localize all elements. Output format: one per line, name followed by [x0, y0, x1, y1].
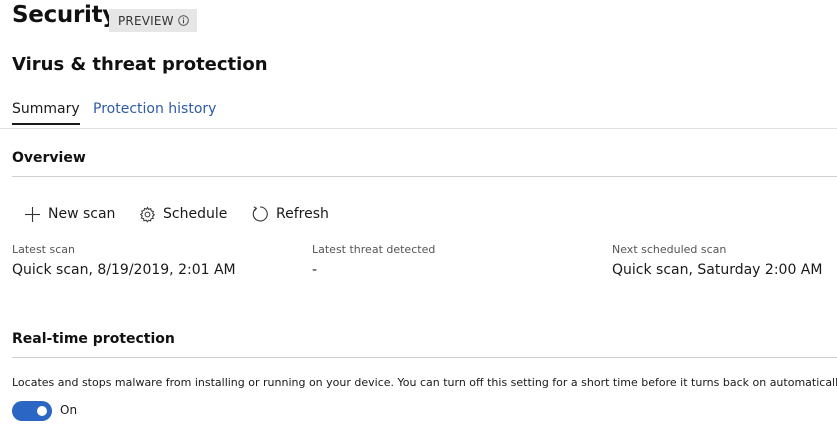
section-title: Virus & threat protection [12, 54, 268, 75]
preview-badge[interactable]: PREVIEW [109, 9, 197, 32]
overview-heading: Overview [12, 150, 86, 166]
refresh-label: Refresh [276, 206, 329, 222]
new-scan-button[interactable]: New scan [24, 203, 115, 225]
latest-scan-value: Quick scan, 8/19/2019, 2:01 AM [12, 262, 236, 278]
latest-scan-label: Latest scan [12, 243, 75, 256]
realtime-protection-toggle[interactable] [12, 401, 52, 421]
preview-badge-label: PREVIEW [118, 13, 174, 28]
tab-summary[interactable]: Summary [12, 101, 80, 125]
plus-icon [24, 206, 41, 223]
realtime-protection-heading: Real-time protection [12, 331, 175, 347]
gear-icon [139, 206, 156, 223]
schedule-label: Schedule [163, 206, 228, 222]
realtime-description: Locates and stops malware from installin… [12, 376, 837, 389]
refresh-icon [251, 205, 269, 223]
toggle-knob [37, 406, 47, 416]
overview-divider [12, 176, 837, 177]
info-icon [178, 15, 189, 26]
tab-protection-history[interactable]: Protection history [93, 101, 216, 117]
latest-threat-label: Latest threat detected [312, 243, 436, 256]
page-title: Security [12, 2, 117, 28]
schedule-button[interactable]: Schedule [139, 203, 227, 225]
next-scan-label: Next scheduled scan [612, 243, 727, 256]
latest-threat-value: - [312, 262, 318, 278]
realtime-divider [12, 357, 837, 358]
new-scan-label: New scan [48, 206, 116, 222]
tab-bar: Summary Protection history [0, 97, 837, 129]
refresh-button[interactable]: Refresh [251, 203, 329, 225]
toggle-state-label: On [60, 403, 78, 417]
next-scan-value: Quick scan, Saturday 2:00 AM [612, 262, 823, 278]
